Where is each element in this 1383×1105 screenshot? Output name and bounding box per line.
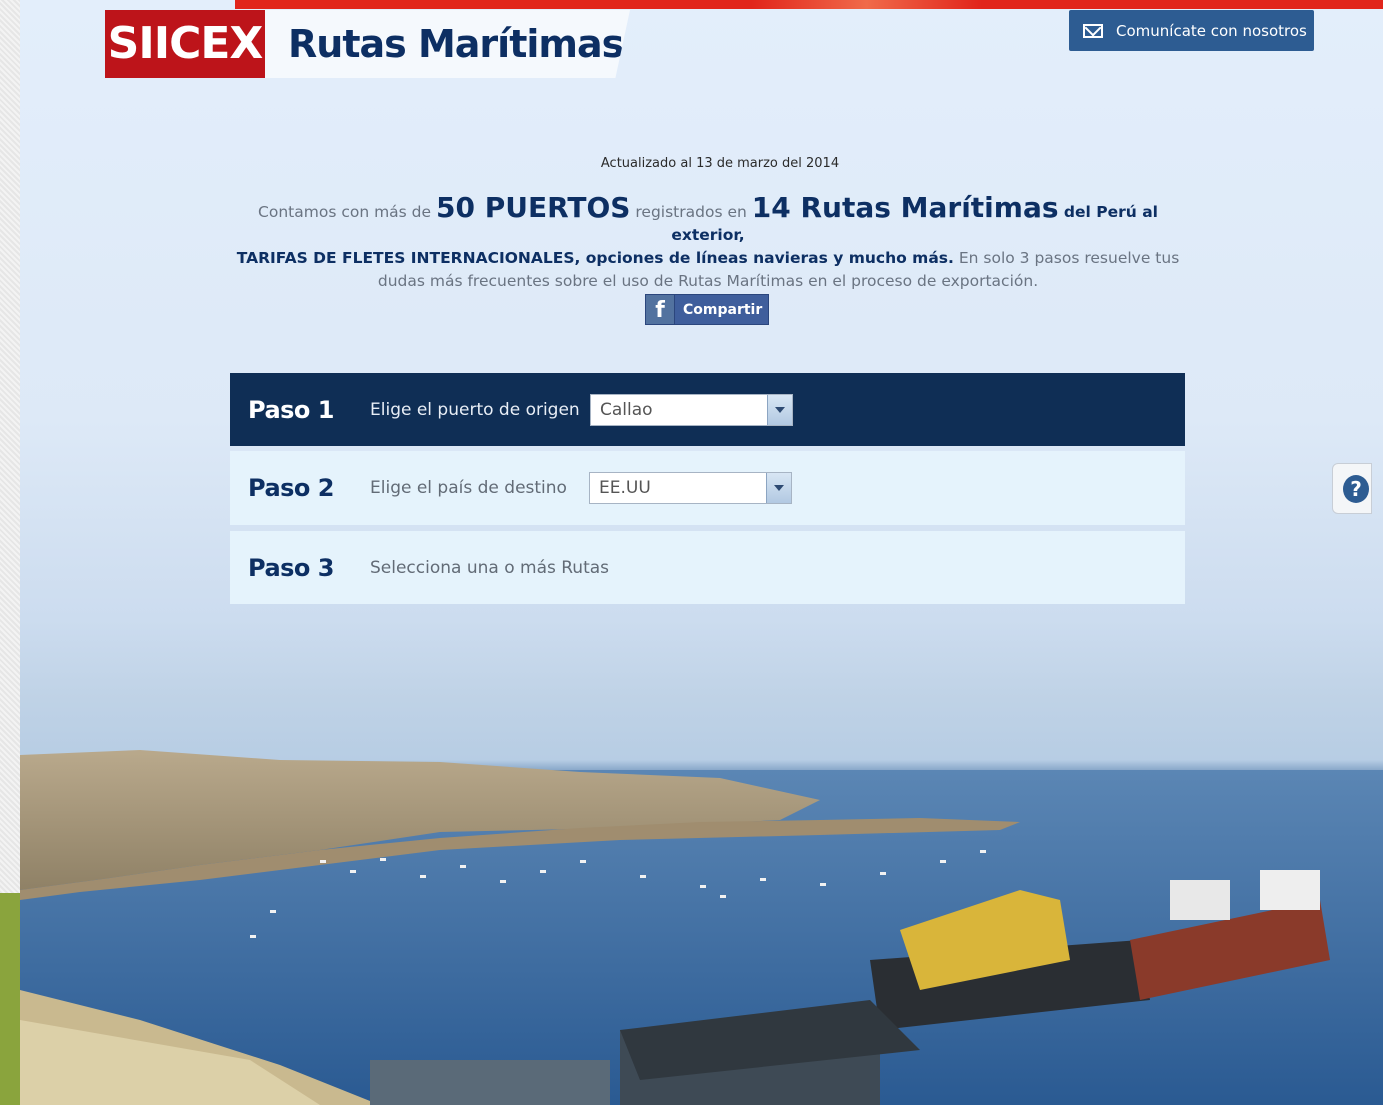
help-tab-button[interactable]: ? xyxy=(1332,463,1372,514)
chevron-down-icon[interactable] xyxy=(766,473,791,503)
destination-country-select[interactable]: EE.UU xyxy=(589,472,792,504)
step-1-label: Paso 1 xyxy=(248,395,334,424)
step-3-row[interactable]: Paso 3 Selecciona una o más Rutas xyxy=(230,531,1185,604)
intro-ports-count: 50 PUERTOS xyxy=(435,191,631,224)
mail-icon xyxy=(1083,23,1103,38)
chevron-down-icon[interactable] xyxy=(767,394,792,425)
logo-siicex: SIICEX xyxy=(105,10,265,78)
intro-part2: registrados en xyxy=(630,203,752,221)
step-3-instruction: Selecciona una o más Rutas xyxy=(370,557,610,578)
share-button-label: Compartir xyxy=(683,301,763,318)
updated-date-text: Actualizado al 13 de marzo del 2014 xyxy=(600,156,840,171)
facebook-icon: f xyxy=(646,295,675,324)
logo-title: Rutas Marítimas xyxy=(265,10,630,78)
facebook-share-button[interactable]: f Compartir xyxy=(645,294,769,325)
origin-port-select[interactable]: Callao xyxy=(590,393,793,426)
contact-button[interactable]: Comunícate con nosotros xyxy=(1069,10,1314,51)
step-1-row: Paso 1 Elige el puerto de origen Callao xyxy=(230,373,1185,446)
step-2-row: Paso 2 Elige el país de destino EE.UU xyxy=(230,451,1185,525)
step-3-label: Paso 3 xyxy=(248,553,334,582)
destination-country-value: EE.UU xyxy=(599,478,651,498)
intro-paragraph: Contamos con más de 50 PUERTOS registrad… xyxy=(235,194,1181,293)
page-stage: SIICEX Rutas Marítimas Comunícate con no… xyxy=(20,0,1383,1105)
step-1-instruction: Elige el puerto de origen xyxy=(370,399,580,420)
left-background-accent xyxy=(0,893,20,1105)
intro-routes-count: 14 Rutas Marítimas xyxy=(751,191,1059,224)
site-logo[interactable]: SIICEX Rutas Marítimas xyxy=(105,10,630,78)
help-icon: ? xyxy=(1343,475,1369,503)
step-2-label: Paso 2 xyxy=(248,474,334,502)
contact-button-label: Comunícate con nosotros xyxy=(1116,21,1307,40)
intro-part1: Contamos con más de xyxy=(258,203,436,221)
harbor-background-image xyxy=(20,750,1383,1105)
top-accent-bar xyxy=(235,0,1383,9)
origin-port-value: Callao xyxy=(600,399,653,420)
step-2-instruction: Elige el país de destino xyxy=(370,478,567,498)
intro-bold-line: TARIFAS DE FLETES INTERNACIONALES, opcio… xyxy=(236,249,954,267)
